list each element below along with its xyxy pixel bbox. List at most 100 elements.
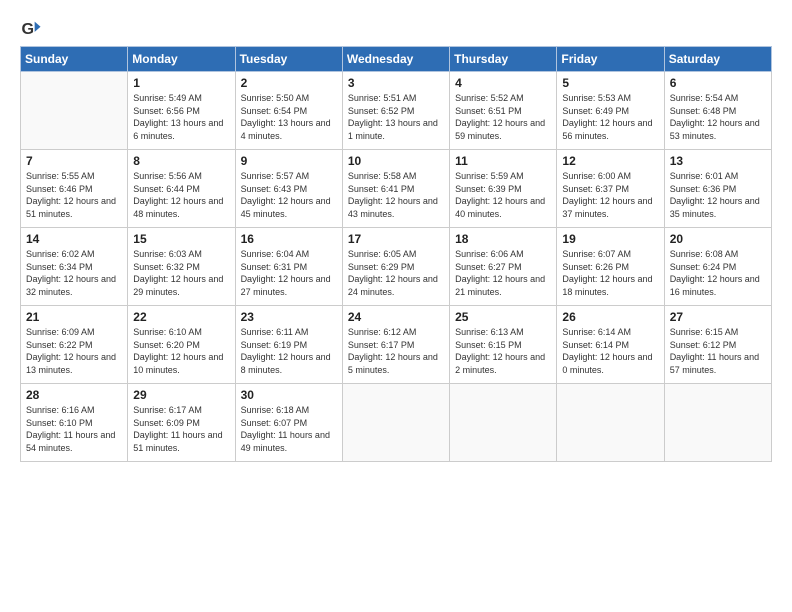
calendar-cell bbox=[450, 384, 557, 462]
calendar-cell: 11 Sunrise: 5:59 AMSunset: 6:39 PMDayligh… bbox=[450, 150, 557, 228]
day-number: 20 bbox=[670, 232, 766, 246]
calendar-header-row: SundayMondayTuesdayWednesdayThursdayFrid… bbox=[21, 47, 772, 72]
calendar-table: SundayMondayTuesdayWednesdayThursdayFrid… bbox=[20, 46, 772, 462]
calendar-cell bbox=[557, 384, 664, 462]
calendar-cell: 23 Sunrise: 6:11 AMSunset: 6:19 PMDayligh… bbox=[235, 306, 342, 384]
day-number: 2 bbox=[241, 76, 337, 90]
day-info: Sunrise: 6:04 AMSunset: 6:31 PMDaylight:… bbox=[241, 248, 337, 298]
day-info: Sunrise: 6:17 AMSunset: 6:09 PMDaylight:… bbox=[133, 404, 229, 454]
day-info: Sunrise: 6:00 AMSunset: 6:37 PMDaylight:… bbox=[562, 170, 658, 220]
day-number: 27 bbox=[670, 310, 766, 324]
day-number: 5 bbox=[562, 76, 658, 90]
header-row: G bbox=[20, 18, 772, 40]
day-info: Sunrise: 6:13 AMSunset: 6:15 PMDaylight:… bbox=[455, 326, 551, 376]
calendar-cell: 7Sunrise: 5:55 AMSunset: 6:46 PMDaylight… bbox=[21, 150, 128, 228]
day-number: 7 bbox=[26, 154, 122, 168]
day-info: Sunrise: 6:01 AMSunset: 6:36 PMDaylight:… bbox=[670, 170, 766, 220]
calendar-cell: 1 Sunrise: 5:49 AMSunset: 6:56 PMDaylight… bbox=[128, 72, 235, 150]
day-info: Sunrise: 5:49 AMSunset: 6:56 PMDaylight:… bbox=[133, 92, 229, 142]
day-info: Sunrise: 5:51 AMSunset: 6:52 PMDaylight:… bbox=[348, 92, 444, 142]
calendar-cell: 24 Sunrise: 6:12 AMSunset: 6:17 PMDayligh… bbox=[342, 306, 449, 384]
day-info: Sunrise: 6:16 AMSunset: 6:10 PMDaylight:… bbox=[26, 404, 122, 454]
day-number: 14 bbox=[26, 232, 122, 246]
day-info: Sunrise: 6:10 AMSunset: 6:20 PMDaylight:… bbox=[133, 326, 229, 376]
day-number: 13 bbox=[670, 154, 766, 168]
day-number: 8 bbox=[133, 154, 229, 168]
calendar-day-header: Sunday bbox=[21, 47, 128, 72]
day-number: 24 bbox=[348, 310, 444, 324]
day-info: Sunrise: 6:02 AMSunset: 6:34 PMDaylight:… bbox=[26, 248, 122, 298]
calendar-cell: 3Sunrise: 5:51 AMSunset: 6:52 PMDaylight… bbox=[342, 72, 449, 150]
day-number: 16 bbox=[241, 232, 337, 246]
day-info: Sunrise: 5:52 AMSunset: 6:51 PMDaylight:… bbox=[455, 92, 551, 142]
calendar-cell: 25 Sunrise: 6:13 AMSunset: 6:15 PMDayligh… bbox=[450, 306, 557, 384]
day-info: Sunrise: 6:12 AMSunset: 6:17 PMDaylight:… bbox=[348, 326, 444, 376]
calendar-cell: 18Sunrise: 6:06 AMSunset: 6:27 PMDayligh… bbox=[450, 228, 557, 306]
calendar-cell: 30 Sunrise: 6:18 AMSunset: 6:07 PMDayligh… bbox=[235, 384, 342, 462]
day-number: 23 bbox=[241, 310, 337, 324]
calendar-cell: 12Sunrise: 6:00 AMSunset: 6:37 PMDayligh… bbox=[557, 150, 664, 228]
calendar-cell: 27 Sunrise: 6:15 AMSunset: 6:12 PMDayligh… bbox=[664, 306, 771, 384]
calendar-day-header: Thursday bbox=[450, 47, 557, 72]
calendar-cell: 5 Sunrise: 5:53 AMSunset: 6:49 PMDaylight… bbox=[557, 72, 664, 150]
calendar-week-row: 7Sunrise: 5:55 AMSunset: 6:46 PMDaylight… bbox=[21, 150, 772, 228]
day-number: 21 bbox=[26, 310, 122, 324]
day-number: 17 bbox=[348, 232, 444, 246]
calendar-day-header: Tuesday bbox=[235, 47, 342, 72]
calendar-day-header: Monday bbox=[128, 47, 235, 72]
calendar-cell: 6 Sunrise: 5:54 AMSunset: 6:48 PMDaylight… bbox=[664, 72, 771, 150]
calendar-cell: 21 Sunrise: 6:09 AMSunset: 6:22 PMDayligh… bbox=[21, 306, 128, 384]
calendar-cell: 29 Sunrise: 6:17 AMSunset: 6:09 PMDayligh… bbox=[128, 384, 235, 462]
calendar-day-header: Friday bbox=[557, 47, 664, 72]
calendar-cell bbox=[342, 384, 449, 462]
day-number: 11 bbox=[455, 154, 551, 168]
logo-icon: G bbox=[20, 18, 42, 40]
day-info: Sunrise: 5:50 AMSunset: 6:54 PMDaylight:… bbox=[241, 92, 337, 142]
day-info: Sunrise: 6:03 AMSunset: 6:32 PMDaylight:… bbox=[133, 248, 229, 298]
day-number: 4 bbox=[455, 76, 551, 90]
calendar-cell: 22 Sunrise: 6:10 AMSunset: 6:20 PMDayligh… bbox=[128, 306, 235, 384]
day-info: Sunrise: 6:11 AMSunset: 6:19 PMDaylight:… bbox=[241, 326, 337, 376]
day-number: 1 bbox=[133, 76, 229, 90]
day-info: Sunrise: 6:14 AMSunset: 6:14 PMDaylight:… bbox=[562, 326, 658, 376]
logo: G bbox=[20, 18, 46, 40]
calendar-cell: 8 Sunrise: 5:56 AMSunset: 6:44 PMDaylight… bbox=[128, 150, 235, 228]
day-number: 15 bbox=[133, 232, 229, 246]
page: G SundayMondayTuesdayWednesdayThursdayFr… bbox=[0, 0, 792, 612]
calendar-week-row: 1 Sunrise: 5:49 AMSunset: 6:56 PMDaylight… bbox=[21, 72, 772, 150]
day-number: 10 bbox=[348, 154, 444, 168]
day-number: 28 bbox=[26, 388, 122, 402]
day-info: Sunrise: 6:05 AMSunset: 6:29 PMDaylight:… bbox=[348, 248, 444, 298]
calendar-cell: 2 Sunrise: 5:50 AMSunset: 6:54 PMDaylight… bbox=[235, 72, 342, 150]
day-number: 25 bbox=[455, 310, 551, 324]
calendar-week-row: 21 Sunrise: 6:09 AMSunset: 6:22 PMDayligh… bbox=[21, 306, 772, 384]
day-info: Sunrise: 6:18 AMSunset: 6:07 PMDaylight:… bbox=[241, 404, 337, 454]
calendar-cell: 16 Sunrise: 6:04 AMSunset: 6:31 PMDayligh… bbox=[235, 228, 342, 306]
day-info: Sunrise: 5:59 AMSunset: 6:39 PMDaylight:… bbox=[455, 170, 551, 220]
calendar-cell: 9 Sunrise: 5:57 AMSunset: 6:43 PMDaylight… bbox=[235, 150, 342, 228]
svg-text:G: G bbox=[21, 20, 34, 38]
day-info: Sunrise: 5:54 AMSunset: 6:48 PMDaylight:… bbox=[670, 92, 766, 142]
day-info: Sunrise: 6:07 AMSunset: 6:26 PMDaylight:… bbox=[562, 248, 658, 298]
day-info: Sunrise: 5:56 AMSunset: 6:44 PMDaylight:… bbox=[133, 170, 229, 220]
day-number: 22 bbox=[133, 310, 229, 324]
day-number: 30 bbox=[241, 388, 337, 402]
calendar-cell: 14 Sunrise: 6:02 AMSunset: 6:34 PMDayligh… bbox=[21, 228, 128, 306]
day-number: 6 bbox=[670, 76, 766, 90]
calendar-cell bbox=[21, 72, 128, 150]
day-number: 29 bbox=[133, 388, 229, 402]
calendar-cell: 4 Sunrise: 5:52 AMSunset: 6:51 PMDaylight… bbox=[450, 72, 557, 150]
day-info: Sunrise: 6:09 AMSunset: 6:22 PMDaylight:… bbox=[26, 326, 122, 376]
calendar-body: 1 Sunrise: 5:49 AMSunset: 6:56 PMDaylight… bbox=[21, 72, 772, 462]
calendar-cell: 15 Sunrise: 6:03 AMSunset: 6:32 PMDayligh… bbox=[128, 228, 235, 306]
day-info: Sunrise: 5:53 AMSunset: 6:49 PMDaylight:… bbox=[562, 92, 658, 142]
calendar-cell: 28 Sunrise: 6:16 AMSunset: 6:10 PMDayligh… bbox=[21, 384, 128, 462]
day-number: 9 bbox=[241, 154, 337, 168]
day-info: Sunrise: 6:08 AMSunset: 6:24 PMDaylight:… bbox=[670, 248, 766, 298]
day-number: 19 bbox=[562, 232, 658, 246]
day-info: Sunrise: 6:06 AMSunset: 6:27 PMDaylight:… bbox=[455, 248, 551, 298]
calendar-cell: 10Sunrise: 5:58 AMSunset: 6:41 PMDayligh… bbox=[342, 150, 449, 228]
day-info: Sunrise: 5:57 AMSunset: 6:43 PMDaylight:… bbox=[241, 170, 337, 220]
day-info: Sunrise: 6:15 AMSunset: 6:12 PMDaylight:… bbox=[670, 326, 766, 376]
day-number: 26 bbox=[562, 310, 658, 324]
